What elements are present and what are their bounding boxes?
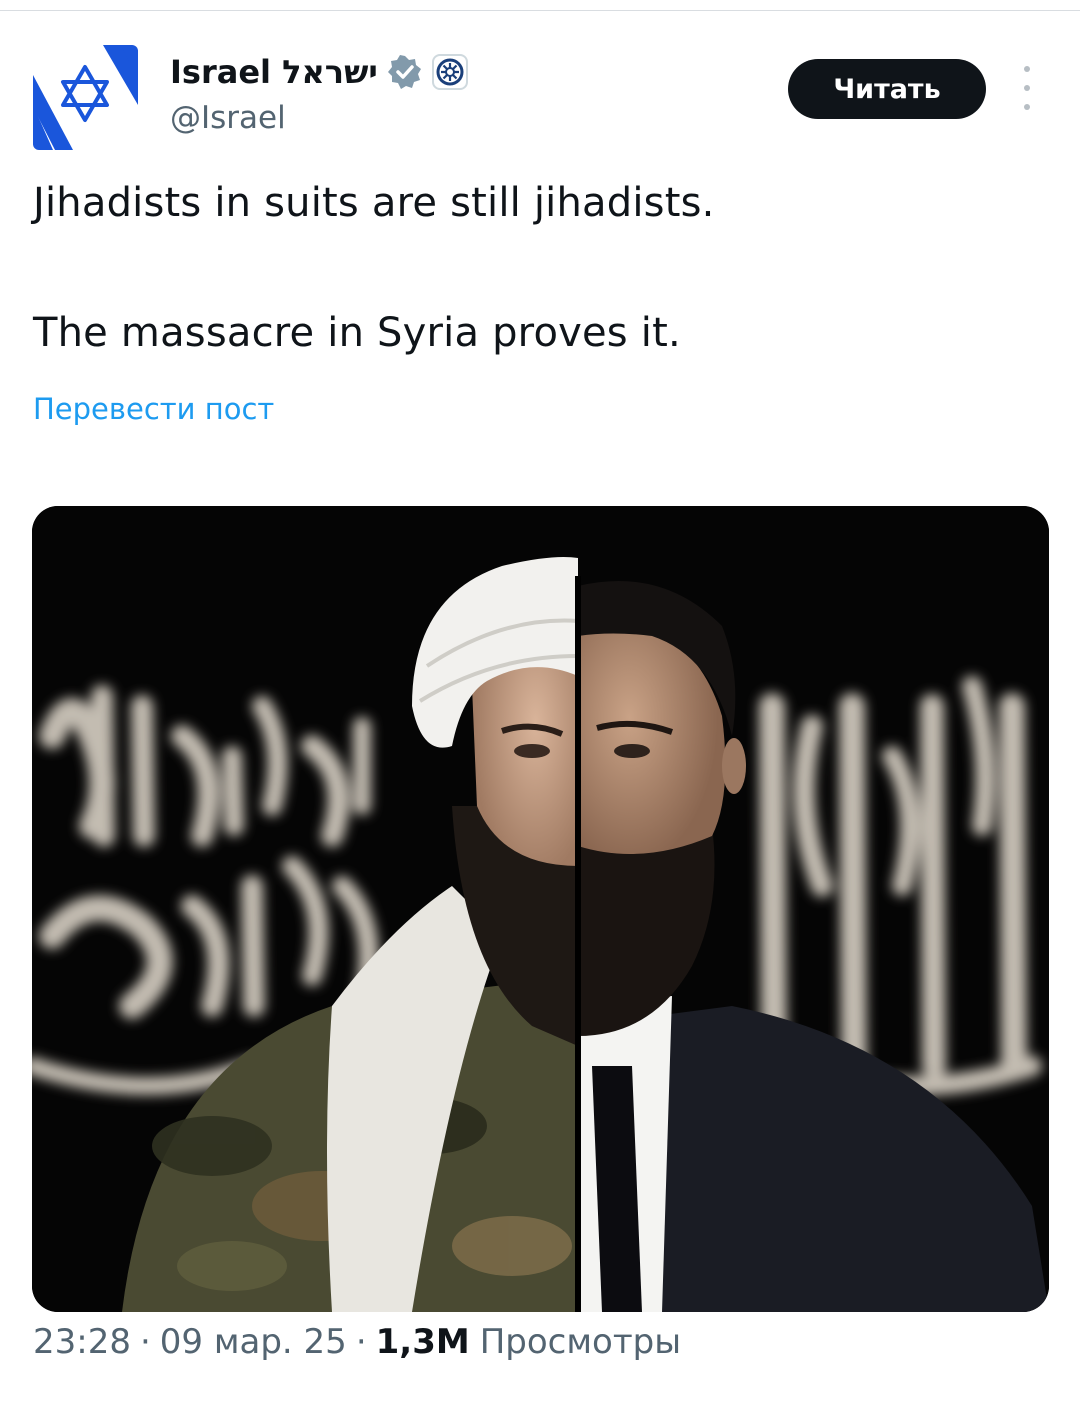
tweet-date[interactable]: 09 мар. 25 bbox=[160, 1322, 347, 1362]
avatar[interactable] bbox=[33, 45, 138, 150]
more-dot bbox=[1024, 104, 1030, 110]
views-label: Просмотры bbox=[479, 1322, 682, 1362]
meta-separator: · bbox=[355, 1322, 367, 1362]
meta-separator: · bbox=[139, 1322, 151, 1362]
split-portrait-image bbox=[32, 506, 1049, 1312]
more-dot bbox=[1024, 66, 1030, 72]
top-divider bbox=[0, 10, 1080, 11]
verified-badge-icon bbox=[387, 55, 421, 89]
tweet-media-image[interactable] bbox=[32, 506, 1049, 1312]
tweet-time[interactable]: 23:28 bbox=[33, 1322, 131, 1362]
government-affiliate-badge-icon bbox=[431, 54, 468, 90]
account-name-row[interactable]: Israel ישראל bbox=[170, 50, 468, 94]
display-name[interactable]: Israel ישראל bbox=[170, 53, 378, 91]
star-of-david-icon bbox=[33, 45, 138, 150]
more-options-icon[interactable] bbox=[1010, 66, 1044, 110]
more-dot bbox=[1024, 85, 1030, 91]
translate-post-link[interactable]: Перевести пост bbox=[33, 392, 274, 426]
tweet-text-line-2: The massacre in Syria proves it. bbox=[33, 310, 681, 356]
account-handle[interactable]: @Israel bbox=[170, 100, 286, 136]
tweet-meta: 23:28 · 09 мар. 25 · 1,3M Просмотры bbox=[33, 1318, 681, 1366]
tweet-text-line-1: Jihadists in suits are still jihadists. bbox=[33, 180, 715, 226]
follow-button[interactable]: Читать bbox=[788, 59, 986, 119]
views-count: 1,3M bbox=[375, 1322, 470, 1362]
